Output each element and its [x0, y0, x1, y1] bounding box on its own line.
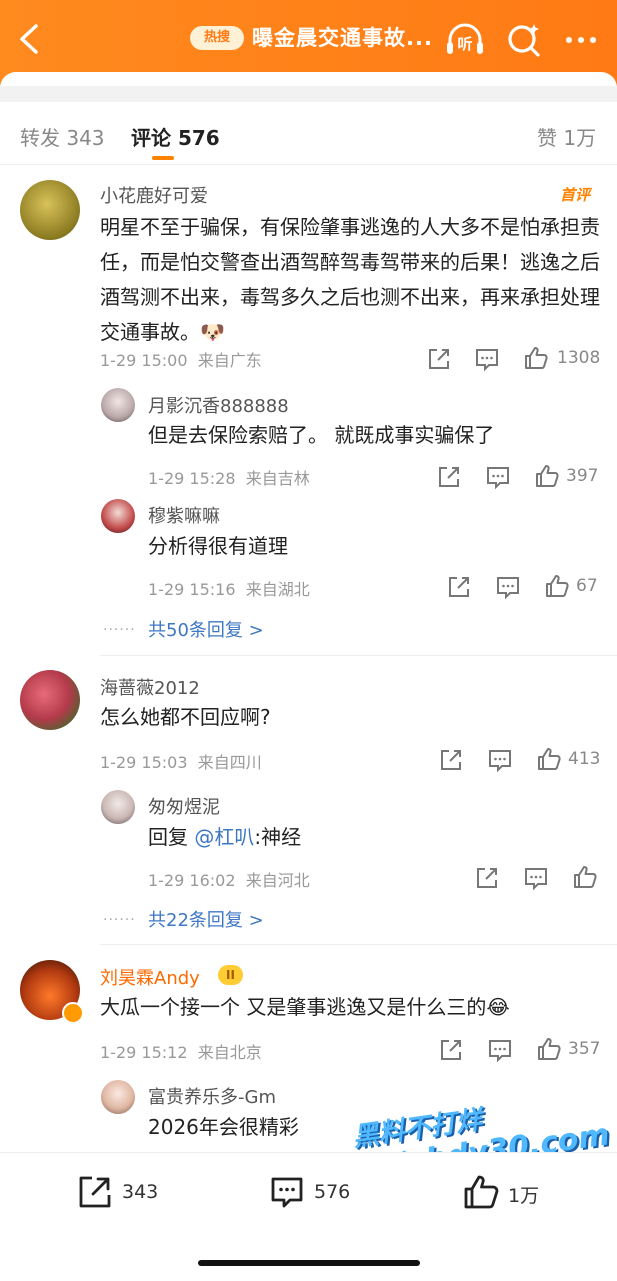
reply-icon[interactable]: [485, 464, 511, 490]
like-count: 357: [568, 1039, 601, 1059]
comment-text: 大瓜一个接一个 又是肇事逃逸又是什么三的😂: [100, 995, 510, 1019]
reply-location: 来自湖北: [245, 580, 310, 599]
like-icon[interactable]: [536, 746, 562, 772]
home-indicator: [198, 1260, 420, 1266]
reply-text: 但是去保险索赔了。 就既成事实骗保了: [148, 423, 495, 447]
view-more-replies-link[interactable]: 共22条回复 >: [148, 906, 264, 932]
comment-icon: [271, 1177, 303, 1208]
like-total-count: 1万: [508, 1185, 540, 1207]
comment-time: 1-29 15:12 来自北京: [100, 1039, 262, 1063]
vip-badge: II: [218, 965, 243, 985]
view-more-replies-link[interactable]: 共50条回复 >: [148, 616, 264, 642]
comment-location: 来自北京: [197, 1043, 262, 1062]
reply-location: 来自河北: [245, 871, 310, 890]
page-title: 曝金晨交通事故...: [252, 26, 433, 50]
comment-username[interactable]: 小花鹿好可爱: [100, 182, 208, 208]
hot-search-badge: 热搜: [190, 26, 244, 50]
active-tab-indicator: [152, 156, 174, 160]
comment-timestamp: 1-29 15:12: [100, 1043, 188, 1062]
reply-time: 1-29 15:16 来自湖北: [148, 576, 310, 600]
share-icon[interactable]: [474, 865, 500, 891]
like-count: 397: [566, 466, 599, 486]
reply-time: 1-29 15:28 来自吉林: [148, 465, 310, 489]
like-icon[interactable]: [523, 345, 549, 371]
avatar[interactable]: [101, 790, 135, 824]
like-icon[interactable]: [536, 1036, 562, 1062]
reply-location: 来自吉林: [245, 469, 310, 488]
reply-username[interactable]: 穆紫嘛嘛: [148, 502, 220, 528]
mention-link[interactable]: @杠叭: [194, 825, 254, 849]
reply-icon[interactable]: [487, 1037, 513, 1063]
comment-timestamp: 1-29 15:03: [100, 753, 188, 772]
comment-location: 来自四川: [197, 753, 262, 772]
reply-dots: ······: [103, 622, 136, 638]
reply-text: :神经: [254, 825, 302, 849]
like-icon[interactable]: [544, 573, 570, 599]
avatar[interactable]: [101, 1080, 135, 1114]
comment-divider: [100, 944, 617, 945]
comment-timestamp: 1-29 15:00: [100, 351, 188, 370]
reply-text: 2026年会很精彩: [148, 1115, 299, 1139]
comment-text: 怎么她都不回应啊?: [100, 705, 271, 729]
like-count: 67: [576, 576, 598, 596]
share-icon[interactable]: [426, 346, 452, 372]
comment-time: 1-29 15:00 来自广东: [100, 347, 262, 371]
reply-icon[interactable]: [487, 747, 513, 773]
repost-icon: [79, 1176, 111, 1208]
verified-icon: [62, 1002, 84, 1024]
avatar[interactable]: [101, 499, 135, 533]
reply-prefix: 回复: [148, 825, 195, 849]
more-options-icon[interactable]: [562, 20, 602, 60]
tab-bar: 转发 343 评论 576 赞 1万: [0, 102, 617, 165]
comment-count: 576: [314, 1181, 351, 1203]
reply-timestamp: 1-29 15:16: [148, 580, 236, 599]
like-icon[interactable]: [572, 864, 598, 890]
reply-dots: ······: [103, 912, 136, 928]
avatar[interactable]: [20, 180, 80, 240]
tab-like[interactable]: 赞 1万: [537, 122, 596, 151]
tab-repost[interactable]: 转发 343: [20, 122, 105, 151]
reply-icon[interactable]: [523, 865, 549, 891]
reply-username[interactable]: 月影沉香888888: [148, 392, 289, 418]
share-icon[interactable]: [438, 1037, 464, 1063]
repost-count: 343: [122, 1181, 159, 1203]
first-comment-tag: 首评: [560, 186, 591, 204]
avatar[interactable]: [101, 388, 135, 422]
reply-timestamp: 1-29 15:28: [148, 469, 236, 488]
comment-text: 明星不至于骗保，有保险肇事逃逸的人大多不是怕承担责任，而是怕交警查出酒驾醉驾毒驾…: [100, 215, 600, 344]
listen-icon[interactable]: 听: [444, 20, 484, 60]
divider-bar: [0, 86, 617, 102]
reply-text: 分析得很有道理: [148, 534, 288, 558]
like-icon[interactable]: [534, 463, 560, 489]
share-icon[interactable]: [446, 574, 472, 600]
reply-icon[interactable]: [495, 574, 521, 600]
search-icon[interactable]: [504, 20, 544, 60]
like-count: 1308: [557, 348, 601, 368]
comment-username[interactable]: 刘昊霖Andy: [100, 964, 200, 990]
avatar[interactable]: [20, 670, 80, 730]
listen-label: 听: [457, 35, 472, 53]
reply-username[interactable]: 富贵养乐多-Gm: [148, 1083, 276, 1109]
reply-username[interactable]: 匆匆煜泥: [148, 793, 220, 819]
tab-comment[interactable]: 评论 576: [131, 122, 220, 151]
reply-icon[interactable]: [474, 346, 500, 372]
back-icon[interactable]: [14, 20, 48, 58]
comment-username[interactable]: 海蔷薇2012: [100, 674, 200, 700]
reply-text-line: 回复 @杠叭:神经: [148, 820, 301, 855]
comment-divider: [100, 655, 617, 656]
reply-timestamp: 1-29 16:02: [148, 871, 236, 890]
share-icon[interactable]: [436, 464, 462, 490]
like-count: 413: [568, 749, 601, 769]
reply-time: 1-29 16:02 来自河北: [148, 867, 310, 891]
share-icon[interactable]: [438, 747, 464, 773]
comment-location: 来自广东: [197, 351, 262, 370]
thumbs-up-icon: [464, 1175, 499, 1209]
comment-time: 1-29 15:03 来自四川: [100, 749, 262, 773]
